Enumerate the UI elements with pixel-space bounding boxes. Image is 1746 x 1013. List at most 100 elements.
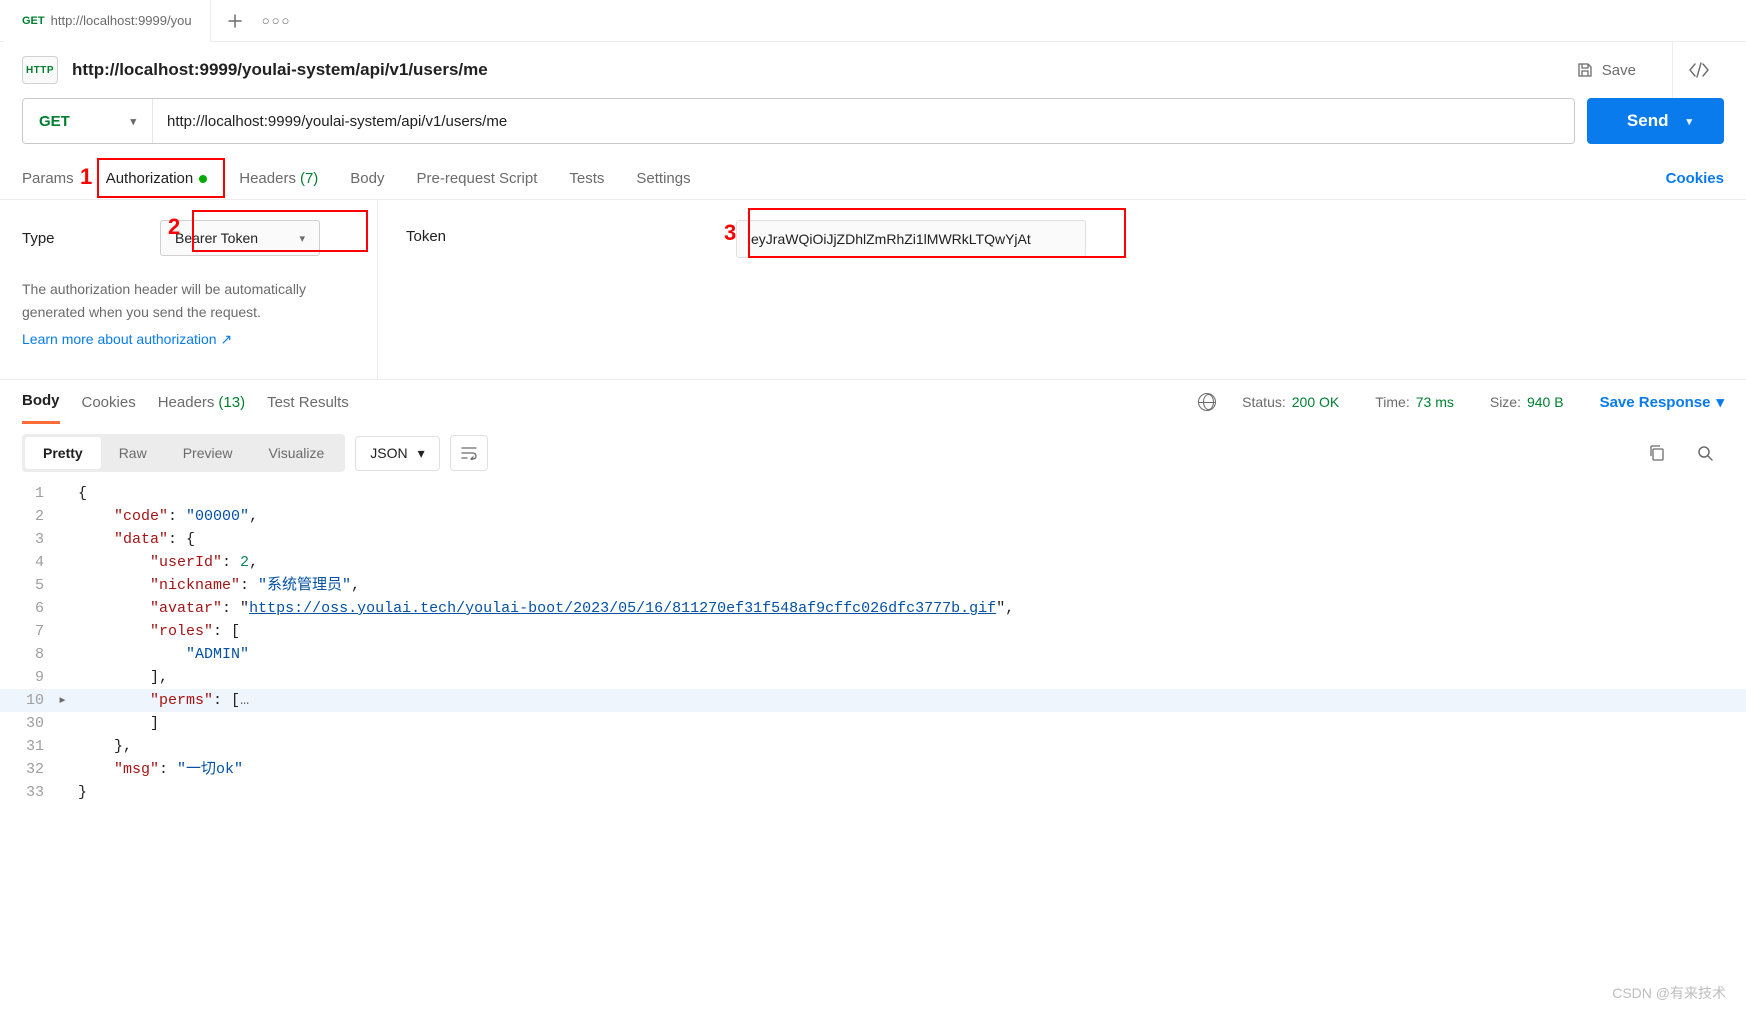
tab-settings[interactable]: Settings: [636, 158, 690, 200]
save-icon: [1576, 61, 1594, 79]
network-icon[interactable]: [1198, 393, 1216, 411]
view-preview[interactable]: Preview: [165, 437, 251, 469]
fold-toggle: [58, 482, 78, 505]
code-line: 1{: [0, 482, 1746, 505]
line-number: 10: [0, 689, 58, 712]
line-number: 5: [0, 574, 58, 597]
code-line: 8 "ADMIN": [0, 643, 1746, 666]
cookies-link[interactable]: Cookies: [1666, 170, 1724, 187]
chevron-down-icon: ▾: [130, 115, 136, 128]
code-line: 31 },: [0, 735, 1746, 758]
http-method-select[interactable]: GET ▾: [23, 99, 153, 143]
chevron-down-icon: ▾: [1686, 115, 1692, 128]
view-mode-group: Pretty Raw Preview Visualize: [22, 434, 345, 472]
request-header: HTTP http://localhost:9999/youlai-system…: [0, 42, 1746, 98]
fold-toggle: [58, 781, 78, 804]
code-line: 10▸ "perms": […: [0, 689, 1746, 712]
fold-toggle: [58, 735, 78, 758]
tab-title: http://localhost:9999/you: [51, 13, 192, 28]
auth-type-label: Type: [22, 230, 142, 247]
chevron-down-icon: ▾: [1716, 393, 1724, 411]
view-visualize[interactable]: Visualize: [251, 437, 343, 469]
line-number: 7: [0, 620, 58, 643]
auth-help-text: The authorization header will be automat…: [22, 278, 355, 351]
tab-headers[interactable]: Headers (7): [239, 158, 318, 200]
body-toolbar: Pretty Raw Preview Visualize JSON ▾: [0, 424, 1746, 482]
save-response-button[interactable]: Save Response ▾: [1600, 393, 1724, 411]
fold-toggle: [58, 620, 78, 643]
authorization-panel: Type 2 Bearer Token ▾ The authorization …: [0, 200, 1746, 380]
tab-authorization[interactable]: Authorization: [106, 158, 208, 200]
resp-tab-body[interactable]: Body: [22, 380, 60, 424]
resp-tab-testresults[interactable]: Test Results: [267, 380, 349, 424]
code-panel-toggle[interactable]: [1672, 42, 1724, 98]
fold-toggle[interactable]: ▸: [58, 689, 78, 712]
tab-method-label: GET: [22, 15, 45, 27]
tab-params[interactable]: Params: [22, 158, 74, 200]
line-number: 32: [0, 758, 58, 781]
wrap-icon: [460, 446, 478, 460]
fold-toggle: [58, 758, 78, 781]
size-indicator: Size:940 B: [1490, 394, 1564, 410]
fold-toggle: [58, 574, 78, 597]
auth-type-select[interactable]: Bearer Token ▾: [160, 220, 320, 256]
tab-tests[interactable]: Tests: [569, 158, 604, 200]
fold-toggle: [58, 551, 78, 574]
code-line: 2 "code": "00000",: [0, 505, 1746, 528]
body-format-select[interactable]: JSON ▾: [355, 436, 439, 471]
watermark: CSDN @有来技术: [1612, 983, 1726, 1003]
http-badge-icon: HTTP: [22, 56, 58, 84]
chevron-down-icon: ▾: [299, 232, 305, 245]
code-line: 3 "data": {: [0, 528, 1746, 551]
resp-tab-cookies[interactable]: Cookies: [82, 380, 136, 424]
url-input[interactable]: [153, 99, 1574, 143]
line-number: 33: [0, 781, 58, 804]
line-number: 3: [0, 528, 58, 551]
line-number: 31: [0, 735, 58, 758]
fold-toggle: [58, 643, 78, 666]
line-number: 6: [0, 597, 58, 620]
time-indicator: Time:73 ms: [1375, 394, 1454, 410]
code-line: 7 "roles": [: [0, 620, 1746, 643]
line-number: 2: [0, 505, 58, 528]
resp-tab-headers[interactable]: Headers (13): [158, 380, 245, 424]
tab-body[interactable]: Body: [350, 158, 384, 200]
url-bar: GET ▾: [22, 98, 1575, 144]
line-number: 9: [0, 666, 58, 689]
tab-prerequest[interactable]: Pre-request Script: [417, 158, 538, 200]
view-raw[interactable]: Raw: [101, 437, 165, 469]
token-input[interactable]: eyJraWQiOiJjZDhlZmRhZi1lMWRkLTQwYjAt: [736, 220, 1086, 258]
copy-icon: [1648, 444, 1666, 462]
request-tab[interactable]: GET http://localhost:9999/you: [4, 0, 211, 42]
line-number: 1: [0, 482, 58, 505]
request-name[interactable]: http://localhost:9999/youlai-system/api/…: [72, 60, 488, 80]
auth-learn-more-link[interactable]: Learn more about authorization ↗: [22, 328, 232, 351]
wrap-lines-button[interactable]: [450, 435, 488, 471]
tab-bar: GET http://localhost:9999/you ○○○: [0, 0, 1746, 42]
code-line: 6 "avatar": "https://oss.youlai.tech/you…: [0, 597, 1746, 620]
code-line: 5 "nickname": "系统管理员",: [0, 574, 1746, 597]
send-button[interactable]: Send ▾: [1587, 98, 1724, 144]
save-button[interactable]: Save: [1564, 55, 1648, 85]
code-line: 33}: [0, 781, 1746, 804]
active-dot-icon: [199, 175, 207, 183]
annotation-3: 3: [724, 220, 736, 246]
view-pretty[interactable]: Pretty: [25, 437, 101, 469]
response-tabs: Body Cookies Headers (13) Test Results S…: [0, 380, 1746, 424]
code-line: 30 ]: [0, 712, 1746, 735]
annotation-2: 2: [168, 214, 180, 240]
code-line: 9 ],: [0, 666, 1746, 689]
annotation-1: 1: [80, 164, 92, 190]
token-label: Token: [406, 220, 696, 245]
new-tab-button[interactable]: [217, 3, 253, 39]
response-body-viewer[interactable]: 1{2 "code": "00000",3 "data": {4 "userId…: [0, 482, 1746, 804]
code-icon: [1688, 62, 1710, 78]
tab-overflow-button[interactable]: ○○○: [259, 3, 295, 39]
copy-button[interactable]: [1638, 435, 1676, 471]
status-indicator: Status:200 OK: [1242, 394, 1339, 410]
chevron-down-icon: ▾: [418, 445, 425, 462]
request-tabs: Params 1 Authorization Headers (7) Body …: [0, 158, 1746, 200]
code-line: 4 "userId": 2,: [0, 551, 1746, 574]
fold-toggle: [58, 528, 78, 551]
search-button[interactable]: [1686, 435, 1724, 471]
